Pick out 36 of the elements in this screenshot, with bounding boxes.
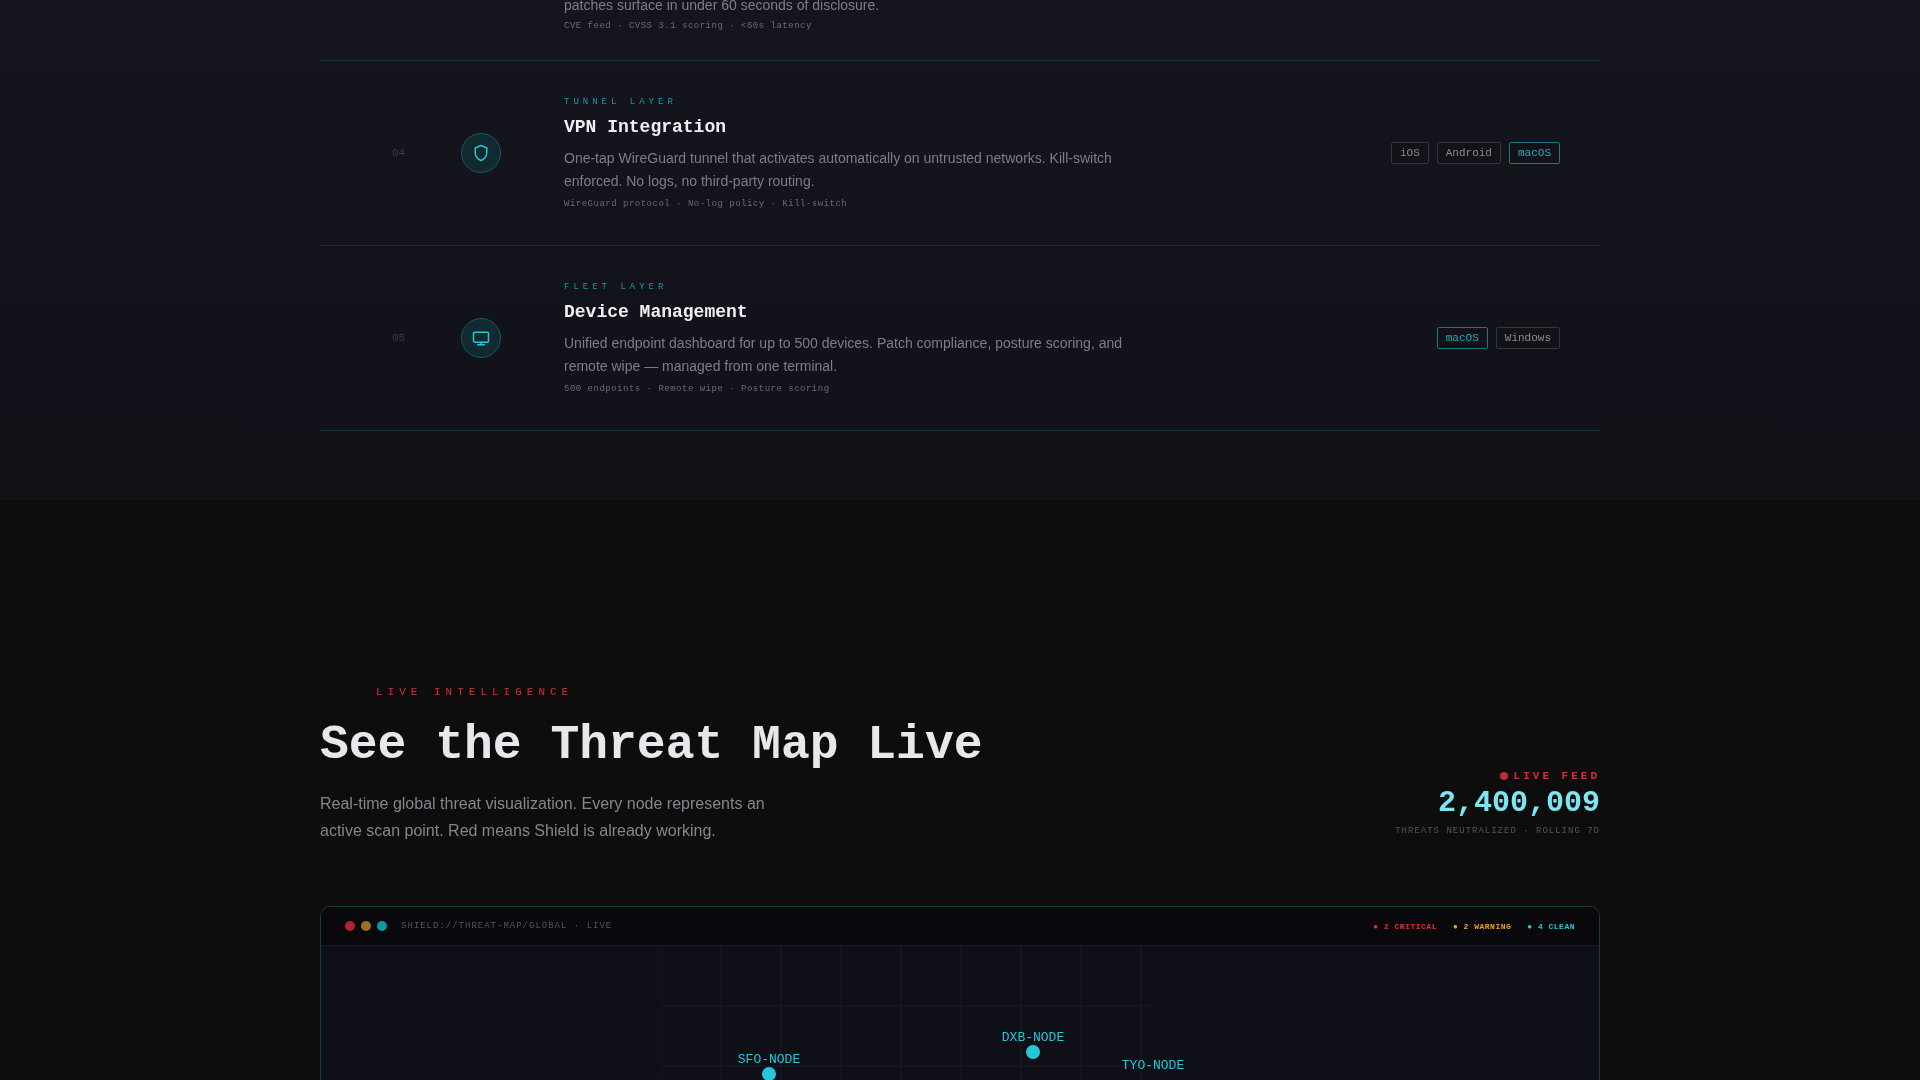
layer-label: TUNNEL LAYER — [564, 97, 678, 107]
window-dot[interactable] — [345, 921, 355, 931]
window-title: SHIELD://THREAT-MAP/GLOBAL · LIVE — [401, 921, 613, 931]
platform-tag: macOS — [1509, 142, 1560, 164]
platform-tag: Windows — [1495, 327, 1560, 349]
feature-meta: WireGuard protocol · No-log policy · Kill-switch — [564, 199, 849, 209]
platform-tag: iOS — [1390, 142, 1429, 164]
node-label: SFO-NODE — [737, 1052, 801, 1067]
feature-title: VPN Integration — [564, 117, 728, 137]
legend-item: ● 4 CLEAN — [1527, 921, 1575, 931]
section-eyebrow: LIVE INTELLIGENCE — [376, 686, 575, 698]
monitor-icon — [461, 318, 501, 358]
feature-description: Unified endpoint dashboard for up to 500 devices. Patch compliance, posture scoring, and remote wipe — managed from one terminal. — [564, 334, 1124, 376]
shield-icon — [461, 133, 501, 173]
feature-title: Device Management — [564, 302, 749, 322]
feature-description: patches surface in under 60 seconds of disclosure. — [564, 0, 881, 15]
node-label: TYO-NODE — [1121, 1058, 1185, 1073]
legend-item: ● 2 CRITICAL — [1373, 921, 1437, 931]
node-dot[interactable] — [762, 1067, 776, 1080]
live-dot-icon — [1499, 772, 1508, 780]
legend-item: ● 2 WARNING — [1452, 921, 1512, 931]
window-dot[interactable] — [377, 921, 387, 931]
node-label: DXB-NODE — [1001, 1030, 1065, 1045]
platform-tag: macOS — [1436, 327, 1488, 349]
feature-meta: 500 endpoints · Remote wipe · Posture scoring — [564, 384, 831, 394]
live-feed-label: LIVE FEED — [1513, 770, 1600, 782]
feature-meta: CVE feed · CVSS 3.1 scoring · <60s latency — [564, 21, 813, 31]
count-caption: THREATS NEUTRALIZED · ROLLING 7D — [1395, 826, 1600, 836]
platform-tag: Android — [1436, 142, 1501, 164]
section-description: Real-time global threat visualization. Every node represents an active scan point. Red means Shield is already working. — [320, 794, 766, 841]
feature-description: One-tap WireGuard tunnel that activates automatically on untrusted networks. Kill-switch enforced. No logs, no third-party routing. — [564, 149, 1113, 191]
section-title: See the Threat Map Live — [320, 718, 983, 772]
node-dot[interactable] — [1026, 1045, 1040, 1059]
layer-label: FLEET LAYER — [564, 282, 669, 292]
threat-count: 2,400,009 — [1437, 786, 1600, 820]
window-dot[interactable] — [361, 921, 371, 931]
